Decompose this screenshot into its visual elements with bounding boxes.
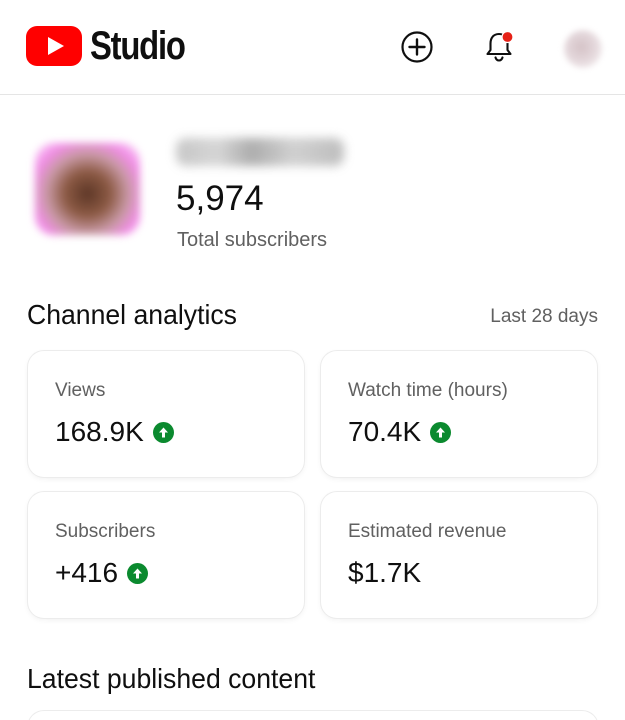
youtube-play-logo-icon xyxy=(26,26,82,66)
metric-value-row: 70.4K xyxy=(348,415,452,449)
create-button[interactable] xyxy=(398,28,436,66)
studio-logo[interactable]: Studio xyxy=(26,26,205,66)
analytics-period: Last 28 days xyxy=(490,306,598,327)
metric-value-row: 168.9K xyxy=(55,415,174,449)
metric-card-views[interactable]: Views 168.9K xyxy=(28,351,304,477)
channel-analytics-title: Channel analytics xyxy=(27,299,237,330)
app-name: Studio xyxy=(90,24,186,68)
bell-icon xyxy=(486,30,514,62)
metric-label: Views xyxy=(55,380,106,401)
metric-label: Estimated revenue xyxy=(348,521,507,542)
latest-published-content-title: Latest published content xyxy=(27,663,316,694)
channel-avatar[interactable] xyxy=(35,143,140,235)
studio-app: Studio 5,974 Total subscribers Channel a… xyxy=(0,0,625,720)
subscriber-count-label: Total subscribers xyxy=(177,229,328,251)
metric-label: Watch time (hours) xyxy=(348,380,508,401)
account-avatar[interactable] xyxy=(564,30,602,68)
metric-value: $1.7K xyxy=(348,557,422,588)
metric-card-estimated-revenue[interactable]: Estimated revenue $1.7K xyxy=(321,492,597,618)
metric-card-watch-time[interactable]: Watch time (hours) 70.4K xyxy=(321,351,597,477)
trend-up-icon xyxy=(127,562,149,584)
metric-value: 168.9K xyxy=(55,416,144,447)
metric-label: Subscribers xyxy=(55,521,156,542)
trend-up-icon xyxy=(430,421,452,443)
top-app-bar: Studio xyxy=(0,0,625,95)
metric-card-subscribers[interactable]: Subscribers +416 xyxy=(28,492,304,618)
trend-up-icon xyxy=(152,421,174,443)
metric-value: +416 xyxy=(55,557,119,588)
notifications-button[interactable] xyxy=(480,28,518,66)
latest-content-card[interactable] xyxy=(28,711,598,720)
subscriber-count: 5,974 xyxy=(176,179,264,218)
metric-value: 70.4K xyxy=(348,416,422,447)
channel-name-redacted xyxy=(176,138,344,166)
metric-value-row: +416 xyxy=(55,556,149,590)
metric-value-row: $1.7K xyxy=(348,556,421,590)
add-circle-icon xyxy=(401,31,433,63)
notification-dot xyxy=(501,30,514,44)
